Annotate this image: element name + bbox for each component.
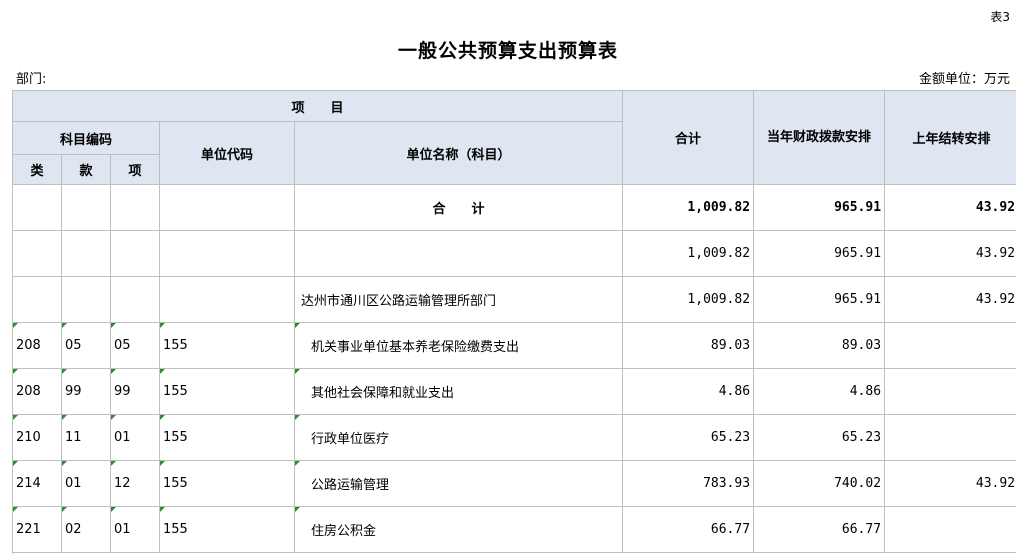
header-xiang: 项	[110, 154, 160, 185]
cell-marker-icon	[13, 507, 18, 512]
cell-marker-icon	[295, 415, 300, 420]
header-carry-over: 上年结转安排	[884, 90, 1016, 185]
total-row-current: 965.91	[753, 184, 886, 231]
total-row: 合 计 1,009.82 965.91 43.92	[12, 184, 1016, 231]
cell-marker-icon	[160, 461, 165, 466]
cell-marker-icon	[62, 415, 67, 420]
header-unit-name: 单位名称（科目）	[293, 121, 624, 185]
table-row: 1,009.82 965.91 43.92	[12, 230, 1016, 277]
header-unit-code: 单位代码	[159, 121, 295, 185]
cell-marker-icon	[160, 507, 165, 512]
header-lei: 类	[12, 154, 62, 185]
cell-marker-icon	[62, 461, 67, 466]
header-item: 项 目	[11, 90, 624, 122]
page-title: 一般公共预算支出预算表	[397, 40, 618, 62]
header-current-year: 当年财政拨款安排	[753, 90, 886, 185]
cell-marker-icon	[111, 323, 116, 328]
cell-marker-icon	[160, 415, 165, 420]
cell-marker-icon	[295, 369, 300, 374]
cell-marker-icon	[13, 369, 18, 374]
table-row: 208 05 05 155 机关事业单位基本养老保险缴费支出 89.03 89.…	[12, 322, 1016, 369]
table-row: 221 02 01 155 住房公积金 66.77 66.77	[12, 506, 1016, 553]
cell-marker-icon	[62, 323, 67, 328]
total-row-total: 1,009.82	[622, 184, 755, 231]
total-row-carry: 43.92	[884, 184, 1016, 231]
table-row: 达州市通川区公路运输管理所部门 1,009.82 965.91 43.92	[12, 276, 1016, 323]
cell-marker-icon	[13, 461, 18, 466]
department-name: 达州市通川区公路运输管理所部门	[293, 276, 624, 323]
cell-marker-icon	[160, 369, 165, 374]
header-total: 合计	[622, 90, 755, 185]
header-subject-code: 科目编码	[12, 121, 160, 155]
table-row: 214 01 12 155 公路运输管理 783.93 740.02 43.92	[12, 460, 1016, 507]
cell-marker-icon	[295, 461, 300, 466]
budget-table: 项 目 合计 当年财政拨款安排 上年结转安排 科目编码 单位代码 单位名称（科目…	[11, 90, 1016, 553]
cell-marker-icon	[62, 507, 67, 512]
cell-marker-icon	[111, 369, 116, 374]
cell-marker-icon	[111, 507, 116, 512]
table-row: 208 99 99 155 其他社会保障和就业支出 4.86 4.86	[12, 368, 1016, 415]
amount-unit-label: 金额单位：万元	[918, 72, 1010, 87]
total-row-label: 合 计	[293, 184, 624, 231]
cell-marker-icon	[160, 323, 165, 328]
table-row: 210 11 01 155 行政单位医疗 65.23 65.23	[12, 414, 1016, 461]
department-label: 部门:	[16, 72, 47, 87]
table-number: 表3	[990, 10, 1010, 24]
header-kuan: 款	[61, 154, 111, 185]
cell-marker-icon	[62, 369, 67, 374]
cell-marker-icon	[111, 415, 116, 420]
cell-marker-icon	[295, 507, 300, 512]
cell-marker-icon	[13, 415, 18, 420]
cell-marker-icon	[13, 323, 18, 328]
cell-marker-icon	[111, 461, 116, 466]
cell-marker-icon	[295, 323, 300, 328]
